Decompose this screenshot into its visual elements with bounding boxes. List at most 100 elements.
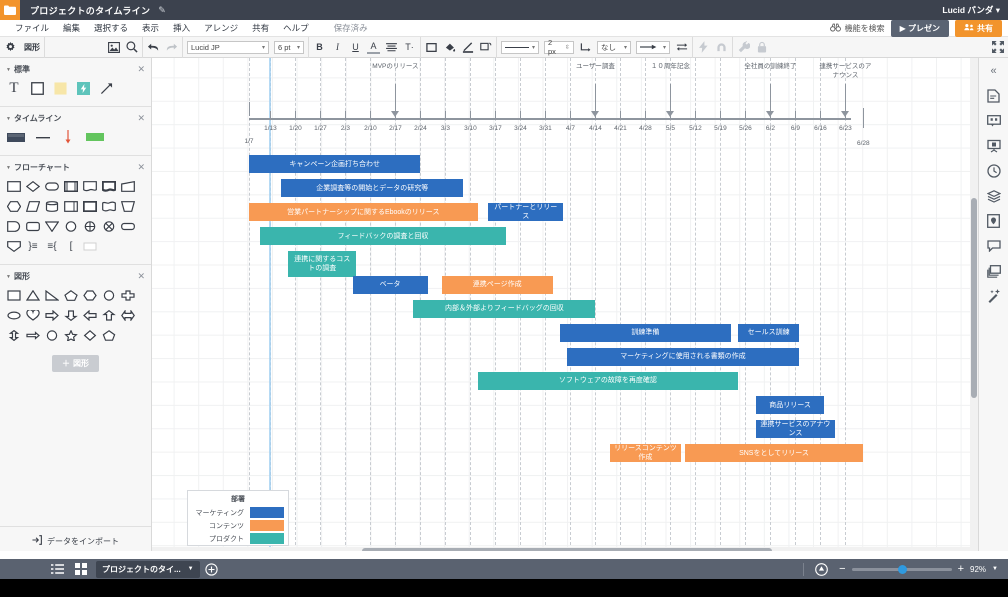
flow-hexagon-icon[interactable] [7,199,21,213]
close-icon[interactable]: ✕ [137,271,145,282]
zoom-in-button[interactable]: + [958,563,964,575]
redo-icon[interactable] [165,41,178,54]
underline-button[interactable]: U [349,41,362,54]
flow-decision-icon[interactable] [26,179,40,193]
flow-brace-left-icon[interactable]: ≡{ [45,239,59,253]
gantt-bar[interactable]: キャンペーン企画打ち合わせ [249,155,421,173]
presentation-icon[interactable] [986,138,1002,154]
zoom-level-label[interactable]: 92% [970,565,986,574]
menu-item-share[interactable]: 共有 [245,20,276,37]
flow-card-icon[interactable] [83,199,97,213]
menu-item-select[interactable]: 選択する [87,20,135,37]
zoom-out-button[interactable]: − [839,563,845,575]
arrow-line-icon[interactable] [99,81,113,95]
hexagon-icon[interactable] [83,288,97,302]
gantt-bar[interactable]: フィードバックの調査と回収 [259,227,507,246]
section-header-flowchart[interactable]: ▼ フローチャート ✕ [0,160,151,175]
vertical-scroll-thumb[interactable] [971,198,977,398]
app-logo-icon[interactable] [0,0,20,20]
swap-arrows-icon[interactable] [675,41,688,54]
import-data-button[interactable]: データをインポート [0,526,151,547]
image-icon[interactable] [107,41,120,54]
fill-color-icon[interactable] [443,41,456,54]
arrow-end-select[interactable]: ▾ [636,40,670,54]
flow-rounded-rect-icon[interactable] [26,219,40,233]
flow-brace-right-icon[interactable]: }≡ [26,239,40,253]
heart-icon[interactable] [26,308,40,322]
fit-to-screen-icon[interactable] [814,562,829,577]
arrow-left-icon[interactable] [83,308,97,322]
document-properties-icon[interactable] [986,88,1002,104]
lightning-shape-icon[interactable] [76,81,90,95]
gantt-bar[interactable]: 企業調査等の開始とデータの研究等 [281,179,464,198]
flow-circle-icon[interactable] [64,219,78,233]
align-icon[interactable] [385,41,398,54]
shapes-toolbar-group[interactable]: 図形 [0,36,45,58]
search-features-button[interactable]: 機能を検索 [829,23,885,34]
octagon-icon[interactable] [102,288,116,302]
section-header-timeline[interactable]: ▼ タイムライン ✕ [0,111,151,126]
flow-database-icon[interactable] [45,199,59,213]
gantt-bar[interactable]: リリースコンテンツ作成 [609,444,682,463]
menu-item-arrange[interactable]: アレンジ [197,20,245,37]
share-button[interactable]: 共有 [955,19,1002,37]
gantt-bar[interactable]: 商品リリース [756,396,824,414]
list-view-icon[interactable] [50,562,65,577]
star-icon[interactable] [64,328,78,342]
menu-item-help[interactable]: ヘルプ [276,20,316,37]
menu-item-file[interactable]: ファイル [8,20,56,37]
flow-circle-cross-icon[interactable] [83,219,97,233]
timeline-line-icon[interactable] [36,130,50,144]
gantt-bar[interactable]: セールス訓練 [738,323,799,342]
gantt-bar[interactable]: SNSをとしてリリース [684,444,864,463]
flow-internal-storage-icon[interactable] [64,199,78,213]
ellipse-icon[interactable] [7,308,21,322]
flow-multidocument-icon[interactable] [102,179,116,193]
add-shape-button[interactable]: ＋ 図形 [52,355,99,372]
lock-icon[interactable] [755,41,768,54]
milestone-label[interactable]: ユーザー調査 [566,62,624,71]
milestone-label[interactable]: １０周年記念 [641,62,699,71]
flow-bracket-icon[interactable]: [ [64,239,78,253]
pentagon-icon[interactable] [64,288,78,302]
bold-button[interactable]: B [313,41,326,54]
arrow-down-icon[interactable] [64,308,78,322]
section-header-standard[interactable]: ▼ 標準 ✕ [0,62,151,77]
pentagon2-icon[interactable] [102,328,116,342]
line-width-input[interactable]: 2 px ⇳ [544,38,574,56]
triangle-icon[interactable] [26,288,40,302]
quote-icon[interactable] [986,113,1002,129]
text-tool-icon[interactable]: T [7,80,21,96]
bolt-icon[interactable] [697,41,710,54]
flow-document-icon[interactable] [83,179,97,193]
flow-trapezoid-icon[interactable] [121,199,135,213]
shape-outline-icon[interactable] [425,41,438,54]
flow-circle-x-icon[interactable] [102,219,116,233]
vertical-scrollbar[interactable] [970,58,978,555]
menu-item-edit[interactable]: 編集 [56,20,87,37]
section-header-shapes[interactable]: ▼ 図形 ✕ [0,269,151,284]
canvas[interactable]: 1/7 6/28 1/13 1/20 1/27 2/3 2/10 2/17 2/24 3/3 3/1… [152,58,978,555]
wrench-icon[interactable] [737,41,750,54]
flow-delay-icon[interactable] [7,219,21,233]
text-options-icon[interactable]: T· [403,41,416,54]
square-icon[interactable] [7,288,21,302]
close-icon[interactable]: ✕ [137,64,145,75]
close-icon[interactable]: ✕ [137,162,145,173]
account-menu[interactable]: Lucid パンダ ▾ [942,4,1000,16]
cross-icon[interactable] [121,288,135,302]
chevron-down-icon[interactable]: ▼ [992,566,998,572]
timeline-bar-icon[interactable] [86,130,104,144]
arrow-start-select[interactable]: なし ▾ [597,40,631,54]
menu-item-insert[interactable]: 挿入 [166,20,197,37]
line-color-icon[interactable] [461,41,474,54]
arrow-right-icon[interactable] [45,308,59,322]
present-button[interactable]: ▶ プレゼン [890,19,949,37]
milestone-label[interactable]: 全社員の訓練終了 [741,62,799,71]
flow-manual-input-icon[interactable] [121,179,135,193]
page-tab[interactable]: プロジェクトのタイ... ▼ [96,560,200,578]
italic-button[interactable]: I [331,41,344,54]
gantt-bar[interactable]: パートナーとリリース [488,203,564,222]
flow-shield-icon[interactable] [7,239,21,253]
menu-item-view[interactable]: 表示 [135,20,166,37]
